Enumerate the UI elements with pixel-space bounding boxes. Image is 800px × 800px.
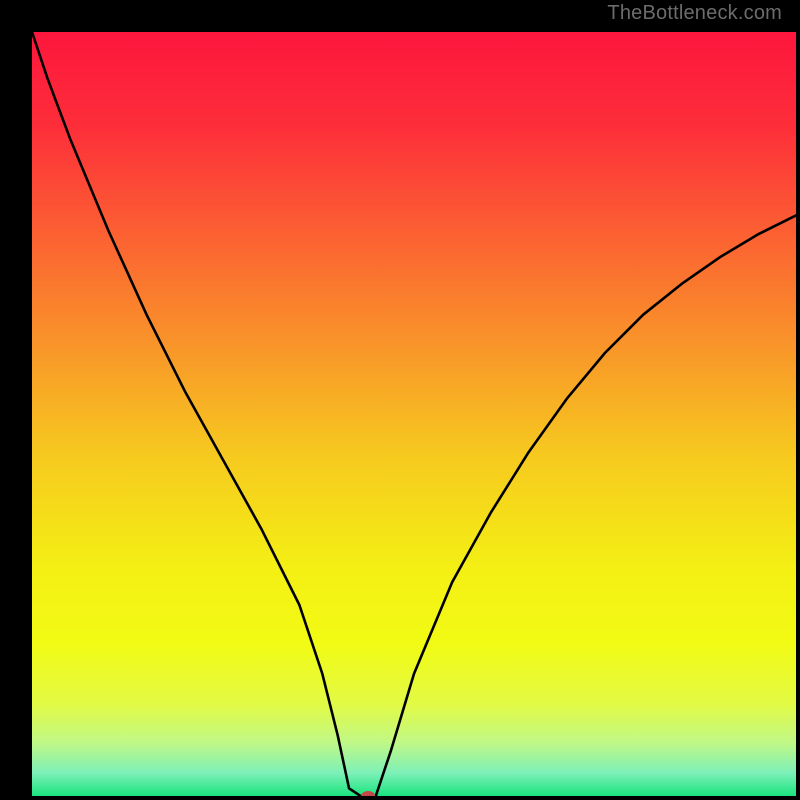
chart-plot (32, 32, 796, 796)
watermark-text: TheBottleneck.com (607, 2, 782, 25)
chart-background (32, 32, 796, 796)
chart-frame (14, 14, 786, 786)
